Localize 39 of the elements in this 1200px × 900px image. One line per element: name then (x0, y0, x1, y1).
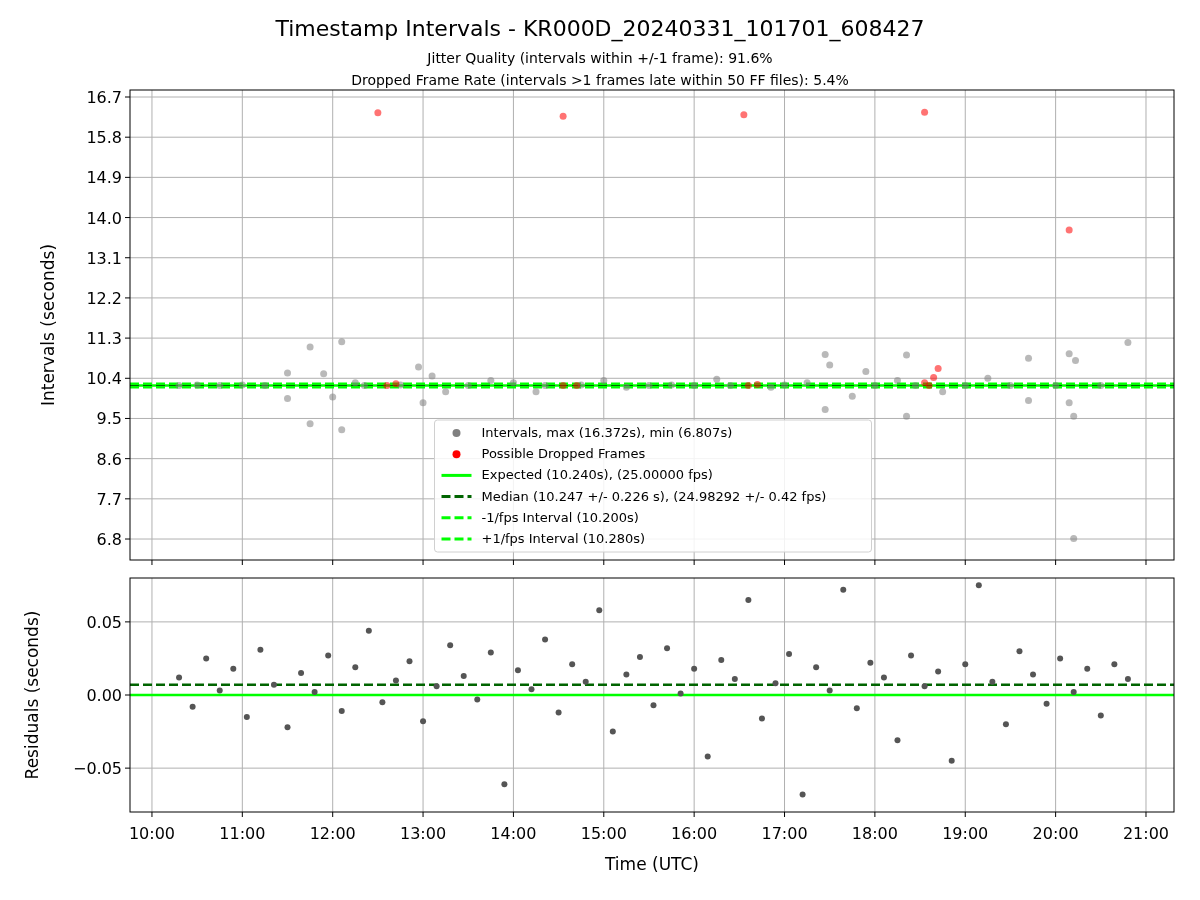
chart-subtitle: Jitter Quality (intervals within +/-1 frame): 91.6% (427, 50, 773, 66)
y-tick-label: 0.00 (86, 686, 122, 705)
x-tick-label: 17:00 (761, 824, 808, 843)
legend-label: +1/fps Interval (10.280s) (481, 531, 646, 546)
y-tick-label: 14.0 (86, 208, 122, 228)
x-tick-label: 14:00 (490, 824, 537, 843)
x-tick-label: 10:00 (128, 824, 175, 843)
y-tick-label: 16.7 (86, 88, 122, 107)
y-axis-label: Residuals (seconds) (22, 610, 42, 780)
x-tick-label: 12:00 (309, 824, 356, 843)
x-tick-label: 16:00 (671, 824, 718, 843)
x-axis-label: Time (UTC) (605, 854, 699, 874)
y-tick-label: 12.2 (86, 288, 122, 308)
y-axis-label: Intervals (seconds) (38, 243, 58, 407)
y-tick-label: 11.3 (86, 329, 122, 349)
x-tick-label: 21:00 (1122, 824, 1170, 843)
chart-title: Timestamp Intervals - KR000D_20240331_101701_608427 (275, 16, 925, 41)
y-tick-label: −0.05 (72, 759, 122, 779)
y-tick-label: 6.8 (96, 530, 122, 549)
y-tick-label: 0.05 (86, 612, 122, 632)
y-tick-label: 7.7 (96, 489, 122, 509)
y-tick-label: 13.1 (86, 248, 122, 268)
x-tick-label: 18:00 (851, 824, 898, 843)
x-tick-label: 15:00 (580, 824, 627, 843)
x-tick-label: 11:00 (219, 824, 266, 843)
y-tick-label: 14.9 (86, 168, 122, 188)
y-tick-label: 9.5 (96, 409, 122, 429)
legend-label: Intervals, max (16.372s), min (6.807s) (481, 425, 733, 440)
chart-subtitle: Dropped Frame Rate (intervals >1 frames late within 50 FF files): 5.4% (351, 72, 849, 88)
y-tick-label: 8.6 (96, 449, 122, 469)
y-tick-label: 15.8 (86, 128, 122, 148)
x-tick-label: 20:00 (1032, 824, 1079, 843)
legend-label: Possible Dropped Frames (481, 446, 646, 462)
legend-label: -1/fps Interval (10.200s) (481, 509, 639, 525)
legend-label: Median (10.247 +/- 0.226 s), (24.98292 +/- 0.42 fps) (481, 488, 827, 504)
x-tick-label: 19:00 (942, 824, 989, 843)
x-tick-label: 13:00 (400, 824, 447, 843)
legend-label: Expected (10.240s), (25.00000 fps) (481, 467, 713, 483)
y-tick-label: 10.4 (86, 369, 122, 389)
